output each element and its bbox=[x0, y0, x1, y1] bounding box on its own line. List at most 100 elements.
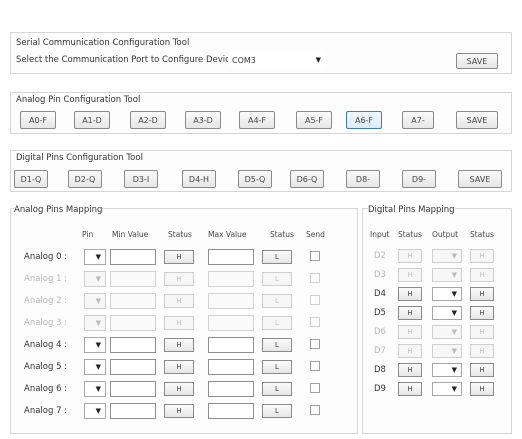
analog-pin-select[interactable]: ▼ bbox=[84, 359, 106, 375]
max-value-input[interactable] bbox=[208, 403, 254, 419]
digital-output-select[interactable]: ▼ bbox=[432, 382, 462, 396]
digital-output-select[interactable]: ▼ bbox=[432, 287, 462, 301]
max-value-input[interactable] bbox=[208, 293, 254, 309]
analog-pin-select[interactable]: ▼ bbox=[84, 249, 106, 265]
digital-save-button[interactable]: SAVE bbox=[458, 170, 502, 188]
analog-save-button[interactable]: SAVE bbox=[456, 111, 498, 129]
digital-output-status-button[interactable]: H bbox=[470, 363, 494, 377]
analog-pin-select[interactable]: ▼ bbox=[84, 337, 106, 353]
send-checkbox[interactable] bbox=[310, 295, 320, 305]
digital-input-status-button[interactable]: H bbox=[398, 325, 422, 339]
max-value-input[interactable] bbox=[208, 381, 254, 397]
max-value-input[interactable] bbox=[208, 271, 254, 287]
send-checkbox[interactable] bbox=[310, 317, 320, 327]
analog-pin-select[interactable]: ▼ bbox=[84, 381, 106, 397]
digital-pin-button-6[interactable]: D8- bbox=[346, 170, 380, 188]
analog-pin-button-3[interactable]: A3-D bbox=[185, 111, 221, 129]
min-status-button[interactable]: H bbox=[164, 294, 194, 308]
digital-output-status-button[interactable]: H bbox=[470, 344, 494, 358]
min-value-input[interactable] bbox=[110, 381, 156, 397]
digital-output-status-button[interactable]: H bbox=[470, 306, 494, 320]
port-select[interactable]: COM3 ▼ bbox=[228, 52, 326, 68]
max-status-button[interactable]: L bbox=[262, 338, 292, 352]
analog-pin-button-5[interactable]: A5-F bbox=[296, 111, 332, 129]
max-status-button[interactable]: L bbox=[262, 316, 292, 330]
analog-pin-select[interactable]: ▼ bbox=[84, 315, 106, 331]
digital-output-status-button[interactable]: H bbox=[470, 325, 494, 339]
digital-output-status-button[interactable]: H bbox=[470, 249, 494, 263]
min-value-input[interactable] bbox=[110, 249, 156, 265]
digital-input-status-button[interactable]: H bbox=[398, 268, 422, 282]
analog-pin-button-7[interactable]: A7- bbox=[402, 111, 434, 129]
digital-output-select[interactable]: ▼ bbox=[432, 249, 462, 263]
digital-input-status-button[interactable]: H bbox=[398, 382, 422, 396]
chevron-down-icon: ▼ bbox=[451, 252, 457, 260]
max-value-input[interactable] bbox=[208, 315, 254, 331]
digital-pin-button-4[interactable]: D5-Q bbox=[238, 170, 272, 188]
max-status-button[interactable]: L bbox=[262, 272, 292, 286]
digital-input-status-button[interactable]: H bbox=[398, 287, 422, 301]
digital-pin-button-3[interactable]: D4-H bbox=[182, 170, 216, 188]
min-value-input[interactable] bbox=[110, 403, 156, 419]
digital-input-status-button[interactable]: H bbox=[398, 249, 422, 263]
digital-config-title: Digital Pins Configuration Tool bbox=[16, 153, 143, 163]
min-value-input[interactable] bbox=[110, 315, 156, 331]
digital-output-status-button[interactable]: H bbox=[470, 287, 494, 301]
digital-output-select[interactable]: ▼ bbox=[432, 306, 462, 320]
min-status-button[interactable]: H bbox=[164, 316, 194, 330]
digital-output-status-button[interactable]: H bbox=[470, 268, 494, 282]
digital-input-status-button[interactable]: H bbox=[398, 306, 422, 320]
max-status-button[interactable]: L bbox=[262, 294, 292, 308]
min-value-input[interactable] bbox=[110, 337, 156, 353]
analog-pin-button-2[interactable]: A2-D bbox=[130, 111, 166, 129]
min-status-button[interactable]: H bbox=[164, 360, 194, 374]
digital-output-select[interactable]: ▼ bbox=[432, 363, 462, 377]
analog-config-title: Analog Pin Configuration Tool bbox=[16, 95, 141, 105]
digital-input-status-button[interactable]: H bbox=[398, 344, 422, 358]
max-value-input[interactable] bbox=[208, 359, 254, 375]
send-checkbox[interactable] bbox=[310, 273, 320, 283]
analog-row-label: Analog 4 : bbox=[24, 340, 68, 350]
chevron-down-icon: ▼ bbox=[95, 275, 101, 283]
analog-pin-button-4[interactable]: A4-F bbox=[239, 111, 275, 129]
analog-pin-button-1[interactable]: A1-D bbox=[74, 111, 110, 129]
digital-output-select[interactable]: ▼ bbox=[432, 325, 462, 339]
serial-save-button[interactable]: SAVE bbox=[456, 53, 498, 69]
min-value-input[interactable] bbox=[110, 359, 156, 375]
digital-pin-button-0[interactable]: D1-Q bbox=[14, 170, 48, 188]
digital-output-select[interactable]: ▼ bbox=[432, 268, 462, 282]
analog-pin-button-6[interactable]: A6-F bbox=[346, 111, 382, 129]
send-checkbox[interactable] bbox=[310, 405, 320, 415]
send-checkbox[interactable] bbox=[310, 361, 320, 371]
min-status-button[interactable]: H bbox=[164, 382, 194, 396]
min-value-input[interactable] bbox=[110, 293, 156, 309]
max-status-button[interactable]: L bbox=[262, 360, 292, 374]
digital-output-select[interactable]: ▼ bbox=[432, 344, 462, 358]
min-value-input[interactable] bbox=[110, 271, 156, 287]
digital-pin-button-7[interactable]: D9- bbox=[402, 170, 436, 188]
analog-pin-select[interactable]: ▼ bbox=[84, 271, 106, 287]
analog-pin-select[interactable]: ▼ bbox=[84, 293, 106, 309]
min-status-button[interactable]: H bbox=[164, 404, 194, 418]
analog-pin-button-0[interactable]: A0-F bbox=[20, 111, 56, 129]
max-value-input[interactable] bbox=[208, 249, 254, 265]
send-checkbox[interactable] bbox=[310, 251, 320, 261]
digital-input-label: D5 bbox=[374, 308, 386, 318]
digital-mapping-group bbox=[362, 208, 512, 434]
send-checkbox[interactable] bbox=[310, 339, 320, 349]
max-status-button[interactable]: L bbox=[262, 382, 292, 396]
max-value-input[interactable] bbox=[208, 337, 254, 353]
digital-pin-button-2[interactable]: D3-I bbox=[124, 170, 158, 188]
min-status-button[interactable]: H bbox=[164, 338, 194, 352]
digital-input-status-button[interactable]: H bbox=[398, 363, 422, 377]
digital-pin-button-5[interactable]: D6-Q bbox=[290, 170, 324, 188]
max-status-button[interactable]: L bbox=[262, 250, 292, 264]
analog-pin-select[interactable]: ▼ bbox=[84, 403, 106, 419]
min-status-button[interactable]: H bbox=[164, 272, 194, 286]
send-checkbox[interactable] bbox=[310, 383, 320, 393]
digital-pin-button-1[interactable]: D2-Q bbox=[68, 170, 102, 188]
digital-output-status-button[interactable]: H bbox=[470, 382, 494, 396]
digital-mapping-title: Digital Pins Mapping bbox=[368, 205, 455, 215]
max-status-button[interactable]: L bbox=[262, 404, 292, 418]
min-status-button[interactable]: H bbox=[164, 250, 194, 264]
